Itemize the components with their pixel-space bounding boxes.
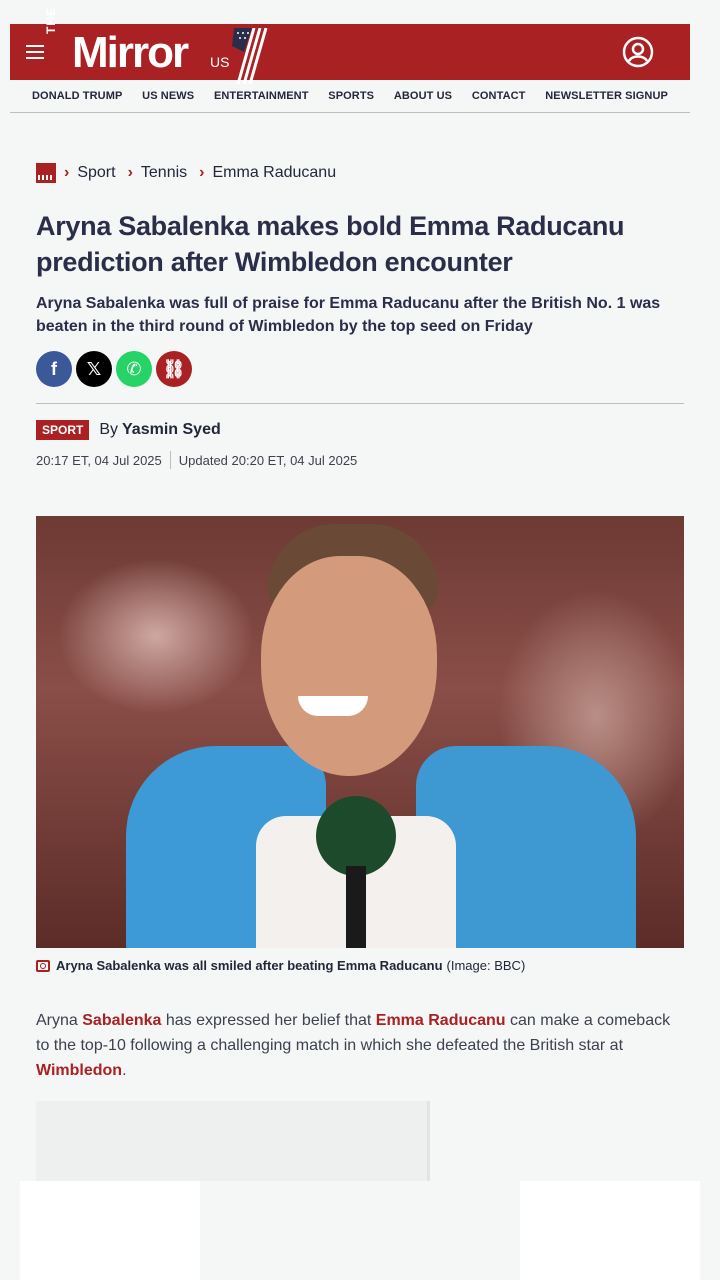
chevron-right-icon: ›: [64, 164, 70, 181]
whatsapp-icon: ✆: [126, 358, 142, 379]
updated-date: Updated 20:20 ET, 04 Jul 2025: [178, 452, 358, 468]
facebook-share-button[interactable]: f: [36, 351, 72, 387]
nav-item-newsletter-signup[interactable]: NEWSLETTER SIGNUP: [545, 90, 668, 102]
link-sabalenka[interactable]: Sabalenka: [82, 1012, 161, 1029]
link-icon: ⛓: [162, 358, 186, 379]
article-paragraph: Aryna Sabalenka has expressed her belief…: [36, 1012, 671, 1079]
x-icon: 𝕏: [86, 358, 102, 379]
article-standfirst: Aryna Sabalenka was full of praise for E…: [36, 295, 661, 335]
chevron-right-icon: ›: [127, 164, 133, 181]
image-credit: (Image: BBC): [446, 958, 526, 973]
copy-link-button[interactable]: ⛓: [156, 351, 192, 387]
divider: [36, 403, 684, 404]
image-caption: Aryna Sabalenka was all smiled after bea…: [36, 958, 525, 973]
share-bar: f 𝕏 ✆ ⛓: [36, 351, 192, 387]
whatsapp-share-button[interactable]: ✆: [116, 351, 152, 387]
link-emma-raducanu[interactable]: Emma Raducanu: [376, 1012, 506, 1029]
logo-the: THE: [44, 7, 58, 34]
bottom-ad-bar: [20, 1181, 700, 1280]
date-divider: [169, 451, 171, 469]
site-header: THE Mirror US: [10, 7, 690, 84]
link-wimbledon[interactable]: Wimbledon: [36, 1062, 122, 1079]
account-icon[interactable]: [622, 36, 654, 68]
caption-text: Aryna Sabalenka was all smiled after bea…: [56, 958, 443, 973]
nav-item-us-news[interactable]: US NEWS: [142, 90, 194, 102]
by-label: By: [99, 421, 119, 438]
article-headline: Aryna Sabalenka makes bold Emma Raducanu…: [36, 211, 625, 277]
nav-item-entertainment[interactable]: ENTERTAINMENT: [214, 90, 309, 102]
breadcrumb-tennis[interactable]: Tennis: [141, 164, 187, 182]
x-share-button[interactable]: 𝕏: [76, 351, 112, 387]
nav-item-about-us[interactable]: ABOUT US: [394, 90, 452, 102]
breadcrumb-sport[interactable]: Sport: [77, 164, 115, 182]
logo-mirror: Mirror: [72, 28, 189, 77]
breadcrumb: › Sport › Tennis › Emma Raducanu: [36, 162, 348, 184]
chevron-right-icon: ›: [199, 164, 205, 181]
author-name[interactable]: Yasmin Syed: [122, 421, 221, 439]
home-logo-icon[interactable]: [36, 163, 56, 183]
site-logo[interactable]: THE Mirror US: [44, 7, 276, 84]
nav-item-sports[interactable]: SPORTS: [328, 90, 374, 102]
article-hero-image[interactable]: [36, 516, 684, 948]
menu-icon[interactable]: [26, 45, 44, 59]
section-badge[interactable]: SPORT: [36, 420, 90, 440]
flag-stripes-icon: [232, 28, 268, 84]
logo-us: US: [210, 54, 230, 70]
camera-icon: [36, 959, 50, 972]
article-dates: 20:17 ET, 04 Jul 2025 Updated 20:20 ET, …: [36, 451, 357, 469]
byline: SPORT By Yasmin Syed: [36, 420, 221, 440]
nav-item-donald-trump[interactable]: DONALD TRUMP: [32, 90, 122, 102]
breadcrumb-emma-raducanu[interactable]: Emma Raducanu: [212, 164, 336, 182]
top-nav: DONALD TRUMP US NEWS ENTERTAINMENT SPORT…: [10, 80, 690, 113]
published-date: 20:17 ET, 04 Jul 2025: [36, 452, 162, 468]
facebook-icon: f: [51, 358, 57, 379]
nav-item-contact[interactable]: CONTACT: [472, 90, 526, 102]
microphone: [316, 796, 396, 876]
